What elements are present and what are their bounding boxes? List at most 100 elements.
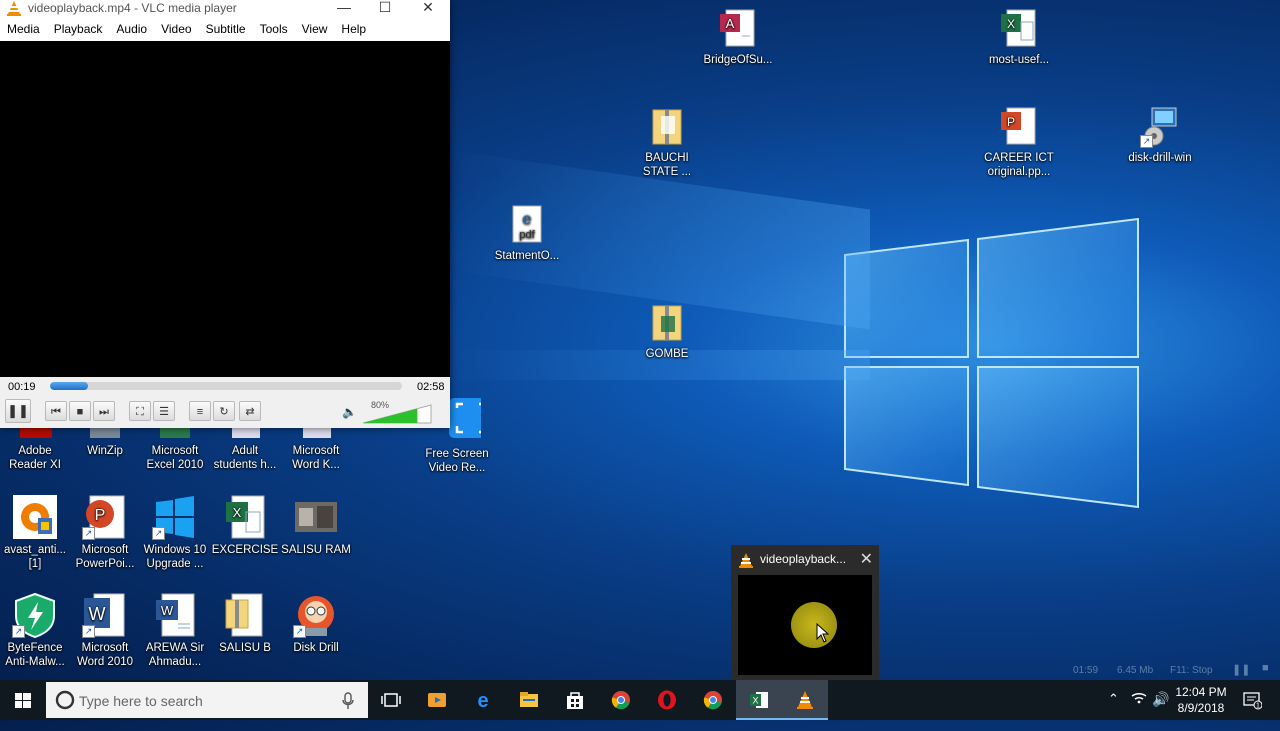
network-wifi-icon[interactable] [1130, 680, 1148, 720]
desktop-icon-most-useful[interactable]: X most-usef... [982, 8, 1056, 67]
microphone-icon[interactable] [341, 692, 355, 710]
taskbar-app-chrome-2[interactable] [690, 680, 736, 720]
icon-label: STATE ... [642, 166, 692, 178]
total-time[interactable]: 02:58 [417, 381, 445, 393]
cursor-highlight [791, 602, 837, 648]
icon-label: Microsoft [151, 445, 199, 457]
extended-settings-icon[interactable]: ☰ [153, 401, 175, 421]
desktop-icon-adult-students[interactable]: Adult students h... [208, 428, 282, 472]
menu-audio[interactable]: Audio [109, 22, 154, 36]
taskbar-thumbnail-preview[interactable]: videoplayback... ✕ [731, 545, 879, 681]
window-title: videoplayback.mp4 - VLC media player [28, 1, 237, 15]
desktop-icon-avast[interactable]: avast_anti... [1] [0, 494, 72, 571]
icon-label: Free Screen [425, 448, 489, 460]
menu-help[interactable]: Help [334, 22, 373, 36]
desktop-icon-bytefence[interactable]: ↗ ByteFence Anti-Malw... [0, 592, 72, 669]
icon-label: EXCERCISE [211, 544, 279, 556]
opera-icon [658, 690, 676, 710]
notifications-icon[interactable]: 1 [1242, 680, 1262, 720]
desktop-icon-gombe[interactable]: GOMBE [630, 302, 704, 361]
stop-recording-icon[interactable]: ■ [1262, 662, 1269, 674]
next-icon[interactable]: ⏭ [93, 401, 115, 421]
desktop-icon-adobe-reader[interactable]: Adobe Reader XI [0, 428, 72, 472]
video-area[interactable] [0, 41, 450, 377]
menu-video[interactable]: Video [154, 22, 198, 36]
zip-folder-icon [222, 592, 268, 638]
taskbar-app-store[interactable] [552, 680, 598, 720]
desktop-icon-excercise[interactable]: X EXCERCISE [208, 494, 282, 557]
icon-label: StatmentO... [494, 250, 560, 262]
desktop-icon-windows-10-upgrade[interactable]: ↗ Windows 10 Upgrade ... [138, 494, 212, 571]
volume-speaker-icon[interactable]: 🔊 [1152, 691, 1169, 731]
taskbar-app-chrome[interactable] [598, 680, 644, 720]
taskbar-app-vlc[interactable] [782, 680, 828, 720]
desktop-icon-disk-drill[interactable]: ↗ Disk Drill [279, 592, 353, 655]
taskbar-app-edge[interactable]: e [460, 680, 506, 720]
icon-label: Adult [231, 445, 259, 457]
icon-label: Word 2010 [76, 656, 134, 668]
menu-tools[interactable]: Tools [253, 22, 295, 36]
show-hidden-icons-chevron-icon[interactable]: ⌃ [1108, 691, 1119, 731]
playlist-icon[interactable]: ≡ [189, 401, 211, 421]
fullscreen-icon[interactable]: ⛶ [129, 401, 151, 421]
zip-folder-icon [647, 106, 687, 148]
volume-slider[interactable] [363, 403, 433, 425]
taskbar-search-box[interactable]: Type here to search [46, 682, 368, 718]
taskbar-app-opera[interactable] [644, 680, 690, 720]
menu-subtitle[interactable]: Subtitle [199, 22, 253, 36]
system-clock[interactable]: 12:04 PM 8/9/2018 [1168, 684, 1234, 716]
desktop-icon-word-2010[interactable]: W ↗ Microsoft Word 2010 [68, 592, 142, 669]
taskbar-app-excel[interactable]: X [736, 680, 782, 720]
taskbar-app-file-explorer[interactable] [506, 680, 552, 720]
desktop-icon-arewa[interactable]: W AREWA Sir Ahmadu... [138, 592, 212, 669]
desktop-icon-disk-drill-win[interactable]: ↗ disk-drill-win [1123, 106, 1197, 165]
pause-recording-icon[interactable]: ❚❚ [1232, 663, 1250, 676]
previous-icon[interactable]: ⏮ [45, 401, 67, 421]
stop-icon[interactable]: ■ [69, 401, 91, 421]
desktop-icon-winzip[interactable]: WinZip [68, 428, 142, 458]
start-button[interactable] [0, 680, 46, 720]
desktop-icon-powerpoint[interactable]: P ↗ Microsoft PowerPoi... [68, 494, 142, 571]
seek-bar[interactable] [50, 382, 402, 390]
icon-label: Upgrade ... [146, 558, 204, 570]
shuffle-icon[interactable]: ⇄ [239, 401, 261, 421]
desktop-icon-career-ict[interactable]: P CAREER ICT original.pp... [982, 106, 1056, 179]
desktop-icon-word-k[interactable]: Microsoft Word K... [279, 428, 353, 472]
close-icon[interactable]: ✕ [860, 549, 873, 569]
menu-view[interactable]: View [295, 22, 335, 36]
svg-text:1: 1 [1256, 703, 1260, 710]
desktop-icon-statment[interactable]: e pdf StatmentO... [490, 204, 564, 263]
shortcut-arrow-icon: ↗ [12, 625, 25, 638]
desktop-icon-bridge[interactable]: A BridgeOfSu... [701, 8, 775, 67]
menu-playback[interactable]: Playback [47, 22, 110, 36]
recording-size: 6.45 Mb [1117, 665, 1154, 676]
icon-label: original.pp... [987, 166, 1051, 178]
maximize-button[interactable]: ☐ [363, 0, 407, 17]
windows-start-icon [15, 693, 31, 708]
shortcut-arrow-icon: ↗ [1140, 135, 1153, 148]
close-button[interactable]: ✕ [406, 0, 450, 17]
speaker-icon[interactable]: 🔈 [342, 405, 357, 419]
taskbar-app-media-player[interactable] [414, 680, 460, 720]
thumbnail-title: videoplayback... [760, 552, 847, 566]
minimize-button[interactable]: — [322, 0, 366, 17]
svg-text:e: e [523, 211, 532, 228]
svg-text:W: W [161, 603, 174, 618]
pause-button[interactable]: ❚❚ [5, 399, 31, 423]
loop-icon[interactable]: ↻ [213, 401, 235, 421]
excel-icon: X [750, 692, 768, 708]
menu-media[interactable]: Media [0, 22, 47, 36]
icon-label: Ahmadu... [148, 656, 202, 668]
stop-hint: F11: Stop [1170, 665, 1213, 676]
desktop-icon-bauchi[interactable]: BAUCHI STATE ... [630, 106, 704, 179]
desktop-icon-salisu-ram[interactable]: SALISU RAM [279, 494, 353, 557]
desktop-icon-salisu-b[interactable]: SALISU B [208, 592, 282, 655]
title-bar[interactable]: videoplayback.mp4 - VLC media player — ☐… [0, 0, 450, 17]
svg-text:X: X [752, 696, 758, 706]
photo-thumbnail-icon [293, 494, 339, 540]
thumbnail-header: videoplayback... ✕ [731, 551, 879, 569]
task-view-button[interactable] [368, 680, 414, 720]
access-file-icon: A [718, 8, 758, 50]
svg-text:A: A [726, 16, 735, 31]
desktop-icon-excel-2010[interactable]: Microsoft Excel 2010 [138, 428, 212, 472]
